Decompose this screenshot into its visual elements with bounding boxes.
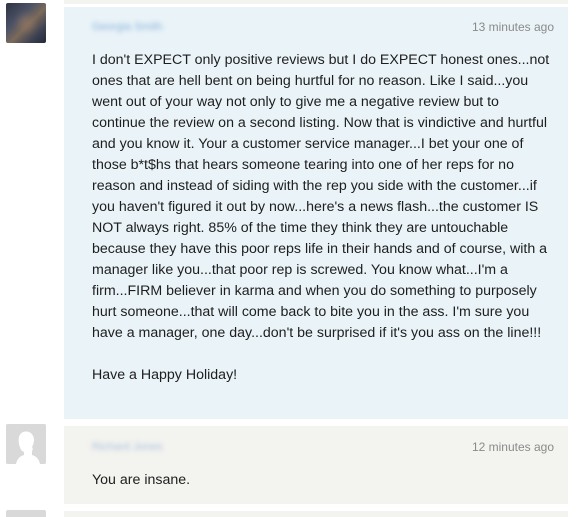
comment-author-link[interactable]: Georgia Smith xyxy=(92,21,172,33)
comment: Georgia Smith 13 minutes ago I don't EXP… xyxy=(64,7,568,419)
comment-text: You are insane. xyxy=(92,472,191,488)
comment-timestamp: 13 minutes ago xyxy=(471,20,554,34)
comment-timestamp: 12 minutes ago xyxy=(471,440,554,454)
default-avatar[interactable] xyxy=(6,424,46,464)
next-comment-edge xyxy=(64,511,568,517)
default-avatar[interactable] xyxy=(6,510,46,517)
person-silhouette-icon xyxy=(6,424,46,464)
comment-text: I don't EXPECT only positive reviews but… xyxy=(92,52,550,383)
comment-author-link[interactable]: Richard Jones xyxy=(92,441,164,453)
avatar[interactable] xyxy=(6,3,46,43)
comment-thread: Georgia Smith 13 minutes ago I don't EXP… xyxy=(0,0,579,517)
comment: Richard Jones 12 minutes ago You are ins… xyxy=(64,426,568,504)
previous-comment-edge xyxy=(64,0,568,4)
